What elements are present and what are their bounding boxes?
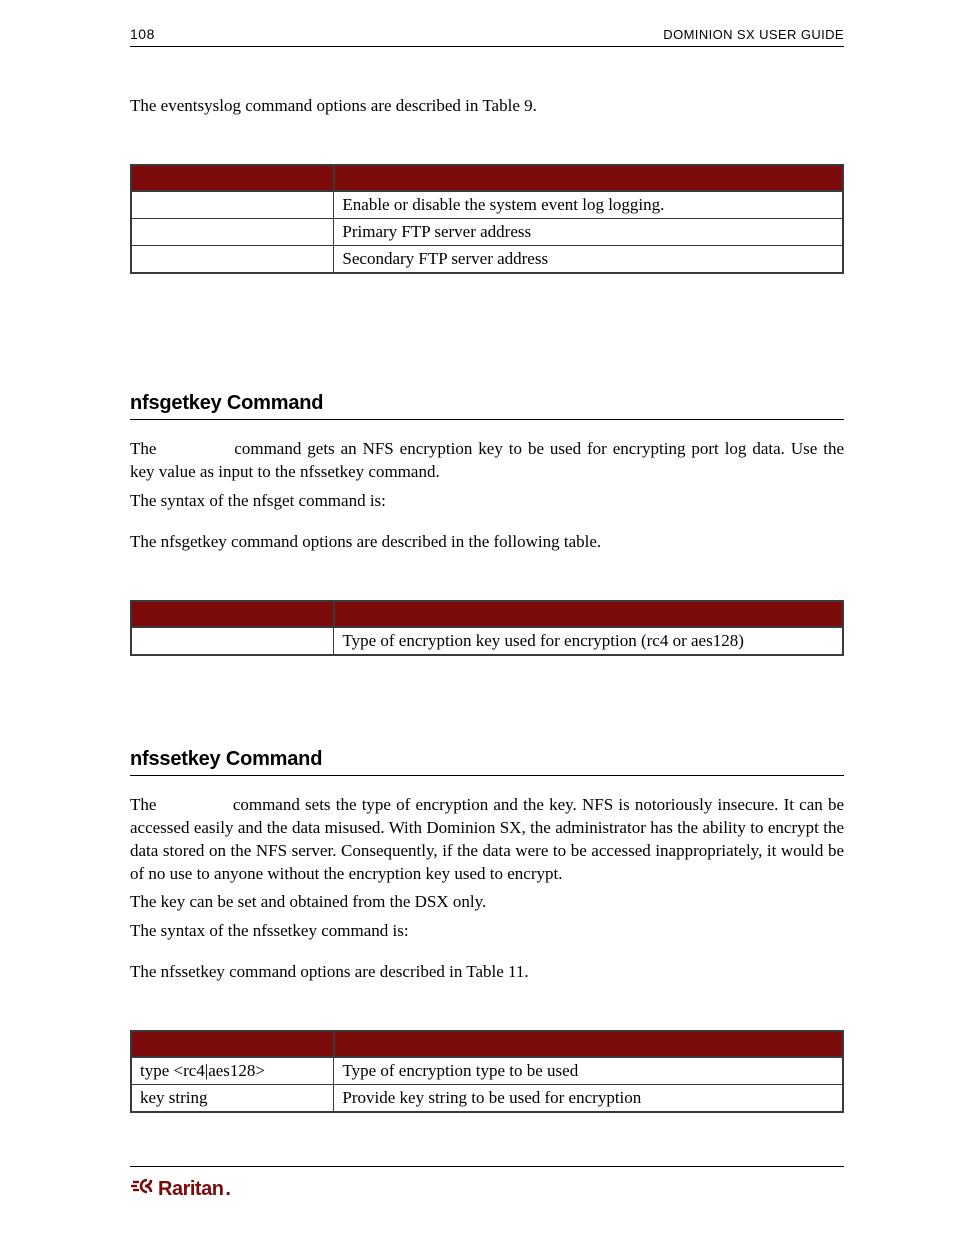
table-cell: [131, 191, 334, 219]
text-fragment: command sets the type of encryption and …: [130, 795, 844, 883]
brand-logo: Raritan.: [130, 1177, 231, 1201]
page-footer: Raritan.: [130, 1166, 844, 1201]
table-row: Secondary FTP server address: [131, 245, 843, 273]
table-cell: type <rc4|aes128>: [131, 1057, 334, 1085]
nfsgetkey-p1: The command gets an NFS encryption key t…: [130, 438, 844, 484]
text-fragment: command gets an NFS encryption key to be…: [130, 439, 844, 481]
table-cell: Enable or disable the system event log l…: [334, 191, 843, 219]
table-header-row: [131, 165, 843, 191]
table-cell: [131, 245, 334, 273]
nfsgetkey-p2: The syntax of the nfsget command is:: [130, 490, 844, 513]
table-11: type <rc4|aes128> Type of encryption typ…: [130, 1030, 844, 1113]
text-fragment: The: [130, 795, 162, 814]
intro-text: The eventsyslog command options are desc…: [130, 95, 844, 118]
page-number: 108: [130, 26, 155, 42]
table-header-cell: [334, 1031, 843, 1057]
table-row: Type of encryption key used for encrypti…: [131, 627, 843, 655]
table-nfsgetkey: Type of encryption key used for encrypti…: [130, 600, 844, 656]
table-cell: Type of encryption key used for encrypti…: [334, 627, 843, 655]
table-cell: [131, 218, 334, 245]
table-cell: Provide key string to be used for encryp…: [334, 1085, 843, 1113]
text-fragment: The: [130, 439, 162, 458]
section-heading-nfsgetkey: nfsgetkey Command: [130, 392, 844, 420]
table-row: Enable or disable the system event log l…: [131, 191, 843, 219]
table-row: Primary FTP server address: [131, 218, 843, 245]
table-header-cell: [334, 165, 843, 191]
table-header-cell: [131, 1031, 334, 1057]
table-header-cell: [131, 601, 334, 627]
logo-mark-icon: [130, 1177, 156, 1201]
nfssetkey-p2: The key can be set and obtained from the…: [130, 891, 844, 914]
brand-dot: .: [225, 1178, 231, 1201]
table-header-cell: [334, 601, 843, 627]
table-cell: key string: [131, 1085, 334, 1113]
table-9: Enable or disable the system event log l…: [130, 164, 844, 274]
section-heading-nfssetkey: nfssetkey Command: [130, 748, 844, 776]
nfssetkey-p3: The syntax of the nfssetkey command is:: [130, 920, 844, 943]
table-row: type <rc4|aes128> Type of encryption typ…: [131, 1057, 843, 1085]
table-cell: Secondary FTP server address: [334, 245, 843, 273]
header-title: DOMINION SX USER GUIDE: [663, 27, 844, 42]
nfssetkey-p4: The nfssetkey command options are descri…: [130, 961, 844, 984]
table-header-cell: [131, 165, 334, 191]
page-header: 108 DOMINION SX USER GUIDE: [130, 26, 844, 47]
table-cell: Type of encryption type to be used: [334, 1057, 843, 1085]
table-header-row: [131, 1031, 843, 1057]
brand-name: Raritan: [158, 1178, 223, 1201]
table-cell: Primary FTP server address: [334, 218, 843, 245]
nfsgetkey-p3: The nfsgetkey command options are descri…: [130, 531, 844, 554]
nfssetkey-p1: The command sets the type of encryption …: [130, 794, 844, 886]
table-header-row: [131, 601, 843, 627]
table-cell: [131, 627, 334, 655]
table-row: key string Provide key string to be used…: [131, 1085, 843, 1113]
